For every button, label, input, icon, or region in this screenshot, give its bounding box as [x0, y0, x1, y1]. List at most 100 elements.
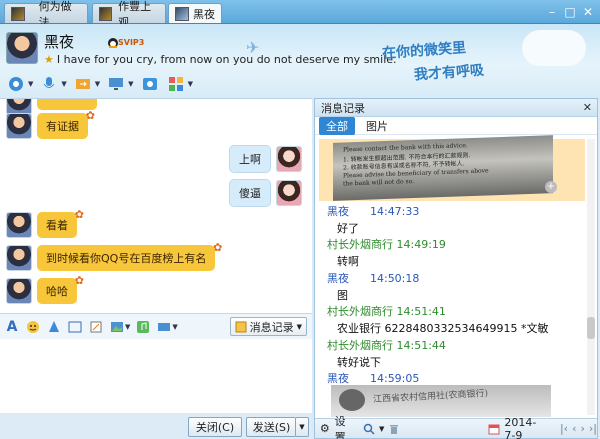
video-call-icon[interactable]: [6, 75, 26, 93]
chevron-down-icon[interactable]: ▼: [379, 425, 384, 433]
message-text: 哈哈: [46, 285, 68, 298]
history-label: 消息记录: [249, 320, 294, 334]
contact-thumb-icon: [99, 6, 113, 21]
message-row: 到时候看你QQ号在百度榜上有名 ✿: [6, 241, 222, 271]
history-title-bar: 消息记录 ✕: [315, 99, 597, 117]
message-row: 傻逼: [229, 179, 302, 207]
send-button[interactable]: 发送(S): [246, 417, 296, 437]
contact-name[interactable]: 黑夜: [44, 31, 74, 52]
tab-images[interactable]: 图片: [359, 117, 395, 135]
settings-label[interactable]: 设置: [335, 413, 353, 439]
tab-all[interactable]: 全部: [319, 116, 355, 135]
avatar[interactable]: [6, 245, 32, 271]
message-input[interactable]: [0, 339, 312, 413]
first-page-icon[interactable]: |‹: [560, 422, 568, 435]
screenshot-icon[interactable]: [156, 319, 172, 335]
chevron-down-icon[interactable]: ▼: [125, 323, 130, 331]
contact-thumb-icon: [11, 6, 25, 21]
send-options-button[interactable]: ▼: [295, 417, 309, 437]
cloud-decoration: [522, 30, 586, 66]
apps-icon[interactable]: [166, 75, 186, 93]
tab-strip: 何为做法 作豐上观 黑夜 – □ ✕: [0, 0, 600, 29]
history-title: 消息记录: [321, 101, 365, 115]
music-icon[interactable]: [135, 319, 151, 335]
message-text: 有证据: [46, 120, 79, 133]
calendar-icon[interactable]: [488, 422, 500, 436]
message-bubble: 到时候看你QQ号在百度榜上有名 ✿: [37, 241, 222, 271]
prev-page-icon[interactable]: ‹: [572, 422, 576, 435]
close-icon[interactable]: ✕: [583, 101, 592, 114]
font-icon[interactable]: A: [4, 319, 20, 335]
chevron-down-icon[interactable]: ▼: [172, 323, 177, 331]
close-window-button[interactable]: ✕: [580, 4, 596, 20]
avatar[interactable]: [6, 113, 32, 139]
image-message[interactable]: Please contact the bank with this advice…: [319, 135, 585, 201]
chevron-down-icon[interactable]: ▼: [95, 80, 100, 88]
message-history-button[interactable]: 消息记录 ▼: [229, 317, 307, 336]
message-text: 上啊: [239, 153, 261, 166]
photo-text-line: 江西省农村信用社(农商银行): [372, 388, 489, 406]
history-scrollbar[interactable]: [587, 139, 595, 415]
message-text: 傻逼: [239, 187, 261, 200]
last-page-icon[interactable]: ›|: [589, 422, 597, 435]
history-tabs: 全部 图片: [315, 116, 597, 135]
avatar[interactable]: [276, 180, 302, 206]
paper-plane-icon: ✈: [246, 38, 260, 57]
contact-avatar[interactable]: [6, 32, 38, 64]
message-bubble: 有证据 ✿: [37, 109, 95, 139]
decor-text-1: 在你的微笑里: [381, 40, 467, 62]
search-icon[interactable]: [363, 422, 375, 436]
chevron-down-icon[interactable]: ▼: [188, 80, 193, 88]
history-panel: 消息记录 ✕ 全部 图片 Please contact the bank wit…: [314, 98, 598, 439]
remote-desktop-icon[interactable]: [106, 75, 126, 93]
bow-icon: ✿: [74, 208, 84, 221]
history-entry-header: 村长外烟商行 14:51:41: [327, 305, 446, 318]
chevron-down-icon[interactable]: ▼: [128, 80, 133, 88]
history-entry-body: 农业银行 6228480332534649915 *文敏: [337, 322, 549, 335]
bow-icon: ✿: [213, 241, 223, 254]
delete-icon[interactable]: [388, 422, 400, 436]
minimize-button[interactable]: –: [544, 4, 560, 20]
avatar[interactable]: [6, 212, 32, 238]
history-entry-body: 转啊: [337, 255, 359, 268]
zoom-in-icon[interactable]: +: [545, 181, 557, 193]
note-icon[interactable]: [88, 319, 104, 335]
chat-messages[interactable]: 有证据 ✿ 上啊 傻逼 看着 ✿ 到时候看你QQ号在百度榜上有名 ✿ 哈哈 ✿: [0, 98, 312, 313]
history-entry-header: 黑夜 14:47:33: [327, 205, 420, 218]
next-page-icon[interactable]: ›: [580, 422, 584, 435]
emoji-icon[interactable]: [25, 319, 41, 335]
history-entry-body: 图: [337, 289, 348, 302]
message-bubble: 上啊: [229, 145, 271, 173]
maximize-button[interactable]: □: [562, 4, 578, 20]
gif-icon[interactable]: [67, 319, 83, 335]
history-entry-header: 村长外烟商行 14:51:44: [327, 339, 446, 352]
tab-chat-active[interactable]: 黑夜: [168, 3, 222, 23]
history-entry-header: 黑夜 14:59:05: [327, 372, 420, 385]
image-icon[interactable]: [109, 319, 125, 335]
scroll-thumb[interactable]: [587, 317, 595, 339]
tab-chat-2[interactable]: 作豐上观: [92, 0, 166, 29]
tab-chat-1[interactable]: 何为做法: [4, 0, 88, 29]
image-message[interactable]: 江西省农村信用社(农商银行): [331, 385, 551, 417]
message-text: 到时候看你QQ号在百度榜上有名: [46, 252, 207, 265]
gear-icon[interactable]: ⚙: [319, 422, 331, 436]
shake-icon[interactable]: [46, 319, 62, 335]
file-transfer-icon[interactable]: [73, 75, 93, 93]
history-entry-header: 黑夜 14:50:18: [327, 272, 420, 285]
message-row: 有证据 ✿: [6, 109, 95, 139]
avatar[interactable]: [276, 146, 302, 172]
photo-thumbnail: Please contact the bank with this advice…: [333, 135, 553, 201]
bank-logo-icon: [339, 389, 365, 411]
voice-call-icon[interactable]: [39, 75, 59, 93]
chevron-down-icon[interactable]: ▼: [28, 80, 33, 88]
create-group-icon[interactable]: [140, 75, 160, 93]
message-bubble: 傻逼: [229, 179, 271, 207]
chevron-down-icon[interactable]: ▼: [61, 80, 66, 88]
message-row: 看着 ✿: [6, 208, 84, 238]
avatar[interactable]: [6, 278, 32, 304]
history-date[interactable]: 2014-7-9: [504, 416, 546, 439]
vip-badge[interactable]: SVIP3: [118, 38, 144, 47]
chat-toolbar: ▼ ▼ ▼ ▼ ▼: [0, 72, 600, 96]
close-button[interactable]: 关闭(C): [188, 417, 242, 437]
history-entry-body: 好了: [337, 222, 359, 235]
